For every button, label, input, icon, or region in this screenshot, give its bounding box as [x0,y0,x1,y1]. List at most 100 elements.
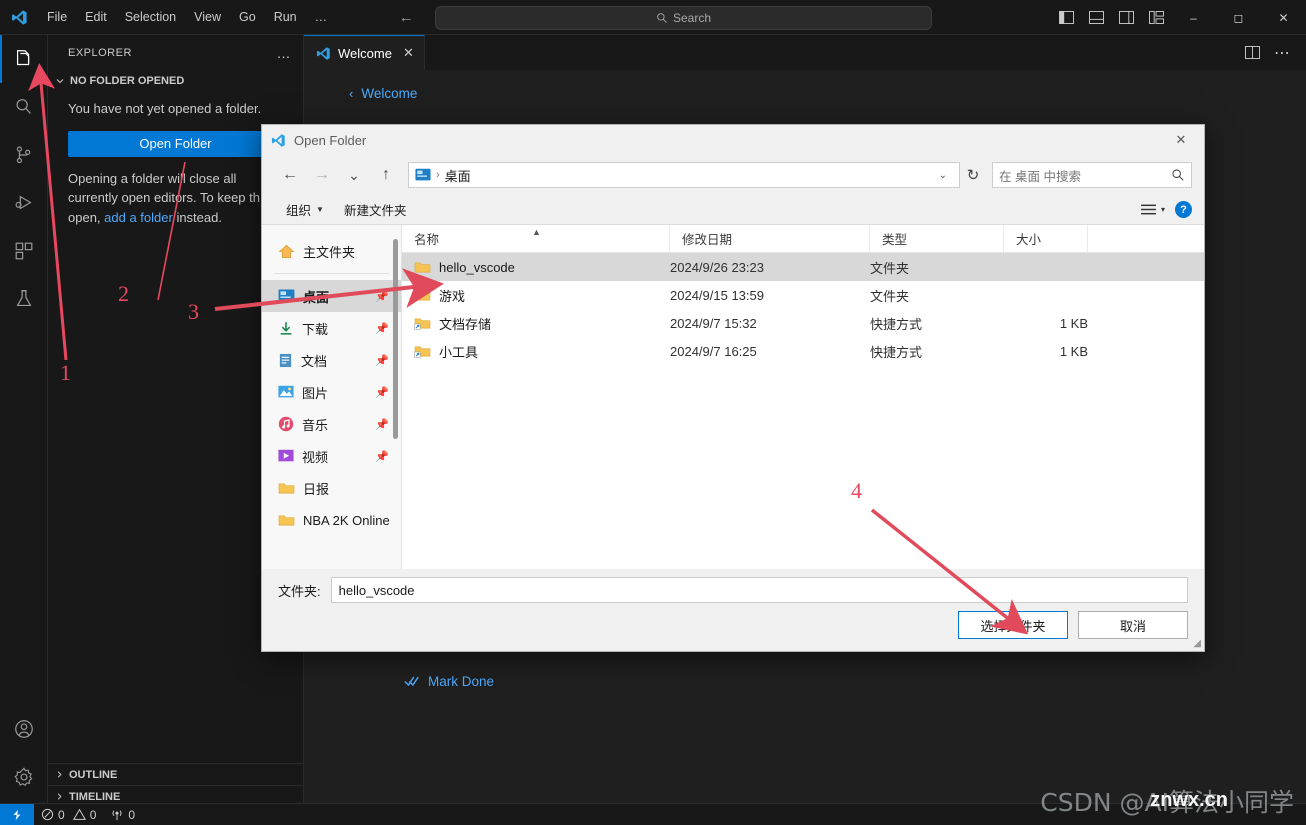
dialog-forward-button[interactable]: → [306,160,338,190]
folder-name-input[interactable]: hello_vscode [330,577,1188,603]
nav-item-documents[interactable]: 文档 📌 [262,344,401,376]
table-row[interactable]: 游戏 2024/9/15 13:59 文件夹 [402,281,1204,309]
file-type: 快捷方式 [870,344,923,360]
pin-icon[interactable]: 📌 [375,450,389,463]
address-crumb-desktop[interactable]: 桌面 [445,166,471,185]
file-name: hello_vscode [439,259,515,275]
section-label: NO FOLDER OPENED [70,75,185,87]
chevron-right-icon [57,793,62,800]
no-folder-message: You have not yet opened a folder. [68,101,262,116]
ports-status[interactable]: 0 [103,808,142,822]
column-header-type[interactable]: 类型 [870,225,1004,253]
nav-item-music[interactable]: 音乐 📌 [262,408,401,440]
sidebar-item-explorer[interactable] [0,35,48,83]
address-dropdown-icon[interactable]: ⌄ [933,170,953,181]
nav-item-pictures[interactable]: 图片 📌 [262,376,401,408]
customize-layout-icon[interactable] [1141,0,1171,35]
table-row[interactable]: 小工具 2024/9/7 16:25 快捷方式 1 KB [402,337,1204,365]
nav-item-desktop[interactable]: 桌面 📌 [262,280,401,312]
file-type: 快捷方式 [870,316,923,332]
nav-item-ribao[interactable]: 日报 [262,472,401,504]
file-size: 1 KB [1059,315,1088,331]
view-caret-icon[interactable]: ▾ [1161,205,1165,214]
problems-status[interactable]: 0 0 [34,808,103,822]
sidebar-item-extensions[interactable] [0,227,48,275]
toggle-secondary-sidebar-icon[interactable] [1111,0,1141,35]
remote-indicator-button[interactable] [0,803,34,825]
pin-icon[interactable]: 📌 [375,418,389,431]
dialog-resize-grip[interactable]: ◢ [1193,638,1201,649]
nav-pane-scrollbar[interactable] [393,239,398,439]
nav-item-videos[interactable]: 视频 📌 [262,440,401,472]
welcome-breadcrumb[interactable]: ‹ Welcome [304,70,1306,101]
nav-item-nba2k[interactable]: NBA 2K Online [262,504,401,536]
add-a-folder-link[interactable]: add a folder [104,210,173,225]
change-view-button[interactable]: ▾ [1140,203,1165,216]
breadcrumb-label[interactable]: Welcome [361,86,417,101]
table-row[interactable]: hello_vscode 2024/9/26 23:23 文件夹 [402,253,1204,281]
maximize-button[interactable]: ◻ [1216,0,1261,35]
column-header-size[interactable]: 大小 [1004,225,1088,253]
organize-menu-button[interactable]: 组织 ▼ [276,196,334,223]
column-label: 类型 [882,233,908,247]
toggle-panel-icon[interactable] [1081,0,1111,35]
pin-icon[interactable]: 📌 [375,290,389,303]
open-folder-dialog: Open Folder ✕ ← → ⌄ ↑ › 桌面 ⌄ ↻ 在 桌面 中搜索 … [261,124,1205,652]
nav-item-label: 主文件夹 [303,244,356,260]
table-row[interactable]: 文档存储 2024/9/7 15:32 快捷方式 1 KB [402,309,1204,337]
menu-file[interactable]: File [38,6,76,28]
dialog-close-button[interactable]: ✕ [1158,125,1204,155]
cancel-button[interactable]: 取消 [1078,611,1188,639]
menu-more[interactable]: … [306,6,337,28]
mark-done-button[interactable]: Mark Done [404,674,494,689]
tab-close-icon[interactable]: ✕ [403,45,414,61]
menu-selection[interactable]: Selection [116,6,185,28]
pin-icon[interactable]: 📌 [375,386,389,399]
new-folder-button[interactable]: 新建文件夹 [334,196,417,223]
dialog-up-button[interactable]: ↑ [370,160,402,190]
sidebar-item-run-debug[interactable] [0,179,48,227]
sidebar-more-actions-icon[interactable]: … [277,45,292,61]
dialog-refresh-button[interactable]: ↻ [960,162,986,188]
file-name-cell: 文档存储 [402,314,670,333]
sidebar-item-source-control[interactable] [0,131,48,179]
split-editor-icon[interactable] [1238,35,1266,70]
menu-run[interactable]: Run [265,6,306,28]
open-folder-button[interactable]: Open Folder [68,130,283,157]
chevron-left-icon[interactable]: ‹ [349,86,353,101]
dialog-back-button[interactable]: ← [274,160,306,190]
pin-icon[interactable]: 📌 [375,322,389,335]
menubar[interactable]: File Edit Selection View Go Run … [38,6,336,28]
search-icon [1172,169,1184,181]
menu-edit[interactable]: Edit [76,6,116,28]
mark-done-row[interactable]: Mark Done [404,674,1306,689]
nav-item-downloads[interactable]: 下载 📌 [262,312,401,344]
dialog-address-bar[interactable]: › 桌面 ⌄ [408,162,960,188]
help-button[interactable]: ? [1175,201,1192,218]
column-header-modified[interactable]: 修改日期 [670,225,870,253]
menu-go[interactable]: Go [230,6,265,28]
tab-welcome[interactable]: Welcome ✕ [304,35,425,70]
toggle-primary-sidebar-icon[interactable] [1051,0,1081,35]
nav-item-home[interactable]: 主文件夹 [262,235,401,267]
close-window-button[interactable]: ✕ [1261,0,1306,35]
sidebar-item-testing[interactable] [0,275,48,323]
accounts-button[interactable] [0,705,48,753]
section-no-folder-opened[interactable]: NO FOLDER OPENED [48,70,303,92]
pin-icon[interactable]: 📌 [375,354,389,367]
file-modified: 2024/9/7 15:32 [670,315,757,331]
dialog-search-box[interactable]: 在 桌面 中搜索 [992,162,1192,188]
editor-more-actions-icon[interactable]: ⋯ [1268,35,1296,70]
minimize-button[interactable]: – [1171,0,1216,35]
vscode-dialog-icon [271,133,285,147]
manage-settings-button[interactable] [0,753,48,801]
dialog-recent-locations-button[interactable]: ⌄ [338,160,370,190]
command-center-search[interactable]: Search [435,6,932,30]
section-outline[interactable]: OUTLINE [48,763,304,785]
error-count: 0 [58,807,65,822]
sidebar-item-search[interactable] [0,83,48,131]
vscode-tab-icon [316,46,330,60]
go-back-icon[interactable]: ← [396,9,416,26]
select-folder-button[interactable]: 选择文件夹 [958,611,1068,639]
menu-view[interactable]: View [185,6,230,28]
